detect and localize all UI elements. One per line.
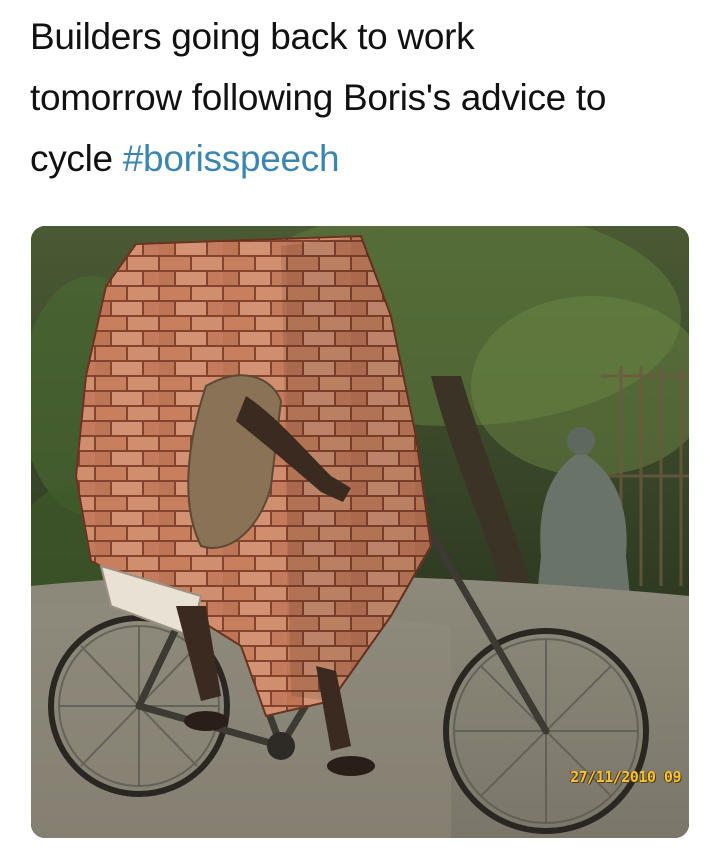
photo-illustration [31,226,689,838]
caption-line-3-prefix: cycle [30,138,123,179]
photo-timestamp: 27/11/2010 09 [570,768,681,786]
caption-line-2: tomorrow following Boris's advice to [30,77,607,118]
caption-line-3: cycle #borisspeech [30,128,700,189]
caption-line-1: Builders going back to work [30,16,475,57]
post-caption: Builders going back to work tomorrow fol… [30,6,700,189]
hashtag-link[interactable]: #borisspeech [123,138,340,179]
post-photo[interactable]: 27/11/2010 09 [31,226,689,838]
